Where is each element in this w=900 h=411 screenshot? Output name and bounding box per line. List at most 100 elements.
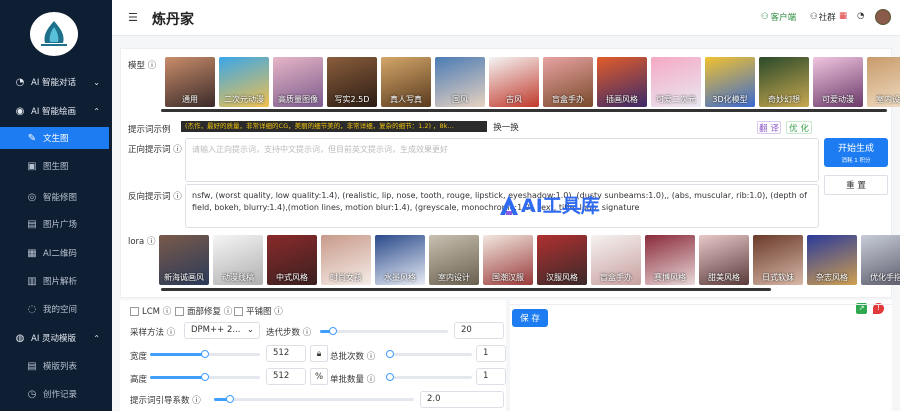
help-icon[interactable]: ⓘ: [367, 375, 376, 385]
lora-card[interactable]: 时尚女孩: [321, 235, 371, 285]
face-restore-checkbox[interactable]: 面部修复 ⓘ: [175, 305, 232, 317]
lora-card[interactable]: 日式软妹: [753, 235, 803, 285]
help-icon[interactable]: ⓘ: [274, 307, 283, 317]
model-card[interactable]: 高质量图像: [273, 57, 323, 107]
lora-card[interactable]: 汉服风格: [537, 235, 587, 285]
model-card[interactable]: 古风: [489, 57, 539, 107]
help-icon[interactable]: ⓘ: [147, 237, 156, 247]
height-input[interactable]: 512: [266, 368, 306, 385]
brush-icon: ✎: [27, 132, 37, 144]
gift-icon[interactable]: ▦: [839, 11, 847, 21]
sidebar-item-img2img[interactable]: ▣ 图生图: [0, 158, 112, 174]
sampler-select[interactable]: DPM++ 2... ⌄: [184, 322, 260, 339]
translate-button[interactable]: 翻 译: [757, 121, 781, 134]
negative-label: 反向提示词 ⓘ: [128, 192, 182, 202]
model-card[interactable]: 插画风格: [597, 57, 647, 107]
sidebar-item-qrcode[interactable]: ▦ AI二维码: [0, 245, 112, 261]
batch-slider[interactable]: [386, 350, 472, 358]
record-icon: ◷: [27, 388, 37, 400]
nav-group-chat[interactable]: ◔ AI 智能对话 ⌄: [0, 74, 112, 90]
community-link[interactable]: ⚇ 社群: [810, 11, 836, 23]
model-card-label: 可爱动漫: [822, 95, 854, 104]
sidebar-item-records[interactable]: ◷ 创作记录: [0, 386, 112, 402]
model-card[interactable]: 可爱动漫: [813, 57, 863, 107]
menu-toggle-icon[interactable]: ☰: [128, 11, 138, 24]
nav-group-template[interactable]: ◍ AI 灵动模版 ⌃: [0, 330, 112, 346]
generation-panel: 模型 ⓘ 通用 二次元动漫 高质量图像 写实2.5D 真人写真 国风 古风 盲盒手办 插画风格可…: [120, 48, 900, 298]
model-card-label: 高质量图像: [278, 95, 318, 104]
lora-card[interactable]: 国潮汉服: [483, 235, 533, 285]
lora-scrollbar[interactable]: [161, 288, 771, 291]
help-icon[interactable]: ⓘ: [167, 328, 176, 338]
cfg-slider[interactable]: [214, 395, 414, 403]
sidebar-item-space[interactable]: ◌ 我的空间: [0, 301, 112, 317]
sidebar-item-analyze[interactable]: ▥ 图片解析: [0, 273, 112, 289]
model-card-label: 3D化模型: [712, 95, 748, 104]
help-icon[interactable]: ⓘ: [303, 328, 312, 338]
help-icon[interactable]: ⓘ: [192, 396, 201, 406]
client-link[interactable]: ⚇ 客户端: [761, 11, 796, 23]
message-icon[interactable]: ◔: [857, 11, 864, 21]
reset-button[interactable]: 重 置: [824, 175, 888, 195]
model-card[interactable]: 通用: [165, 57, 215, 107]
nav-group-drawing[interactable]: ◉ AI 智能绘画 ⌃: [0, 103, 112, 119]
single-input[interactable]: 1: [476, 368, 506, 385]
sidebar-item-txt2img[interactable]: ✎ 文生图: [0, 127, 109, 149]
sidebar-item-retouch[interactable]: ◎ 智能修图: [0, 189, 112, 205]
save-button[interactable]: 保 存: [512, 309, 548, 327]
sidebar-item-template-list[interactable]: ▤ 模版列表: [0, 358, 112, 374]
lora-card[interactable]: 新海诚画风: [159, 235, 209, 285]
lora-card[interactable]: 盲盒手办: [591, 235, 641, 285]
width-label: 宽度: [130, 352, 148, 362]
avatar[interactable]: [875, 9, 891, 25]
lcm-checkbox[interactable]: LCM ⓘ: [130, 305, 171, 317]
percent-icon[interactable]: %: [310, 368, 328, 385]
model-scrollbar[interactable]: [161, 109, 887, 112]
help-icon[interactable]: ⓘ: [163, 307, 172, 317]
lora-card[interactable]: 室内设计: [429, 235, 479, 285]
width-input[interactable]: 512: [266, 345, 306, 362]
lora-card-label: 赛博风格: [654, 273, 686, 282]
lora-card[interactable]: 中式风格: [267, 235, 317, 285]
steps-slider[interactable]: [320, 327, 448, 335]
positive-prompt-input[interactable]: 请输入正向提示词，支持中文提示词，但目前英文提示词，生成效果更好: [185, 138, 819, 182]
lora-card[interactable]: 杂志风格: [807, 235, 857, 285]
sidebar-item-gallery[interactable]: ▤ 图片广场: [0, 216, 112, 232]
model-card[interactable]: 盲盒手办: [543, 57, 593, 107]
swap-button[interactable]: 换一换: [489, 120, 523, 134]
model-card[interactable]: 二次元动漫: [219, 57, 269, 107]
lora-card-label: 中式风格: [276, 273, 308, 282]
height-slider[interactable]: [150, 373, 260, 381]
lora-card[interactable]: 甜美风格: [699, 235, 749, 285]
lock-ratio-icon[interactable]: 🔒︎: [310, 345, 328, 362]
lora-card[interactable]: 水墨风格: [375, 235, 425, 285]
help-icon[interactable]: ⓘ: [367, 352, 376, 362]
width-slider[interactable]: [150, 350, 260, 358]
optimize-button[interactable]: 优 化: [786, 121, 812, 134]
example-prompt[interactable]: (杰作，最好的质量，非常详细的CG，美丽的细节美的，非常详细，复杂的细节：1.2…: [181, 121, 487, 132]
help-icon[interactable]: ⓘ: [173, 192, 182, 202]
batch-input[interactable]: 1: [476, 345, 506, 362]
generate-button[interactable]: 开始生成 消耗 1 积分: [824, 138, 888, 167]
single-slider[interactable]: [386, 373, 472, 381]
tile-checkbox[interactable]: 平铺图 ⓘ: [234, 305, 283, 317]
model-card[interactable]: 3D化模型: [705, 57, 755, 107]
app-logo[interactable]: [30, 12, 78, 56]
model-card-label: 古风: [506, 95, 522, 104]
model-card[interactable]: 可爱二次元: [651, 57, 701, 107]
cfg-input[interactable]: 2.0: [420, 391, 504, 408]
lora-card[interactable]: 优化手指: [861, 235, 900, 285]
steps-input[interactable]: 20: [454, 322, 504, 339]
model-card[interactable]: 写实2.5D: [327, 57, 377, 107]
gallery-icon: ▤: [27, 218, 37, 230]
lora-card[interactable]: 赛博风格: [645, 235, 695, 285]
model-card[interactable]: 室内设计: [867, 57, 900, 107]
help-icon[interactable]: ⓘ: [173, 145, 182, 155]
model-card-label: 写实2.5D: [334, 95, 370, 104]
help-icon[interactable]: ⓘ: [224, 307, 233, 317]
model-card[interactable]: 真人写真: [381, 57, 431, 107]
model-card[interactable]: 国风: [435, 57, 485, 107]
help-icon[interactable]: ⓘ: [148, 61, 157, 71]
model-card[interactable]: 奇妙幻想: [759, 57, 809, 107]
lora-card[interactable]: 动漫线稿: [213, 235, 263, 285]
